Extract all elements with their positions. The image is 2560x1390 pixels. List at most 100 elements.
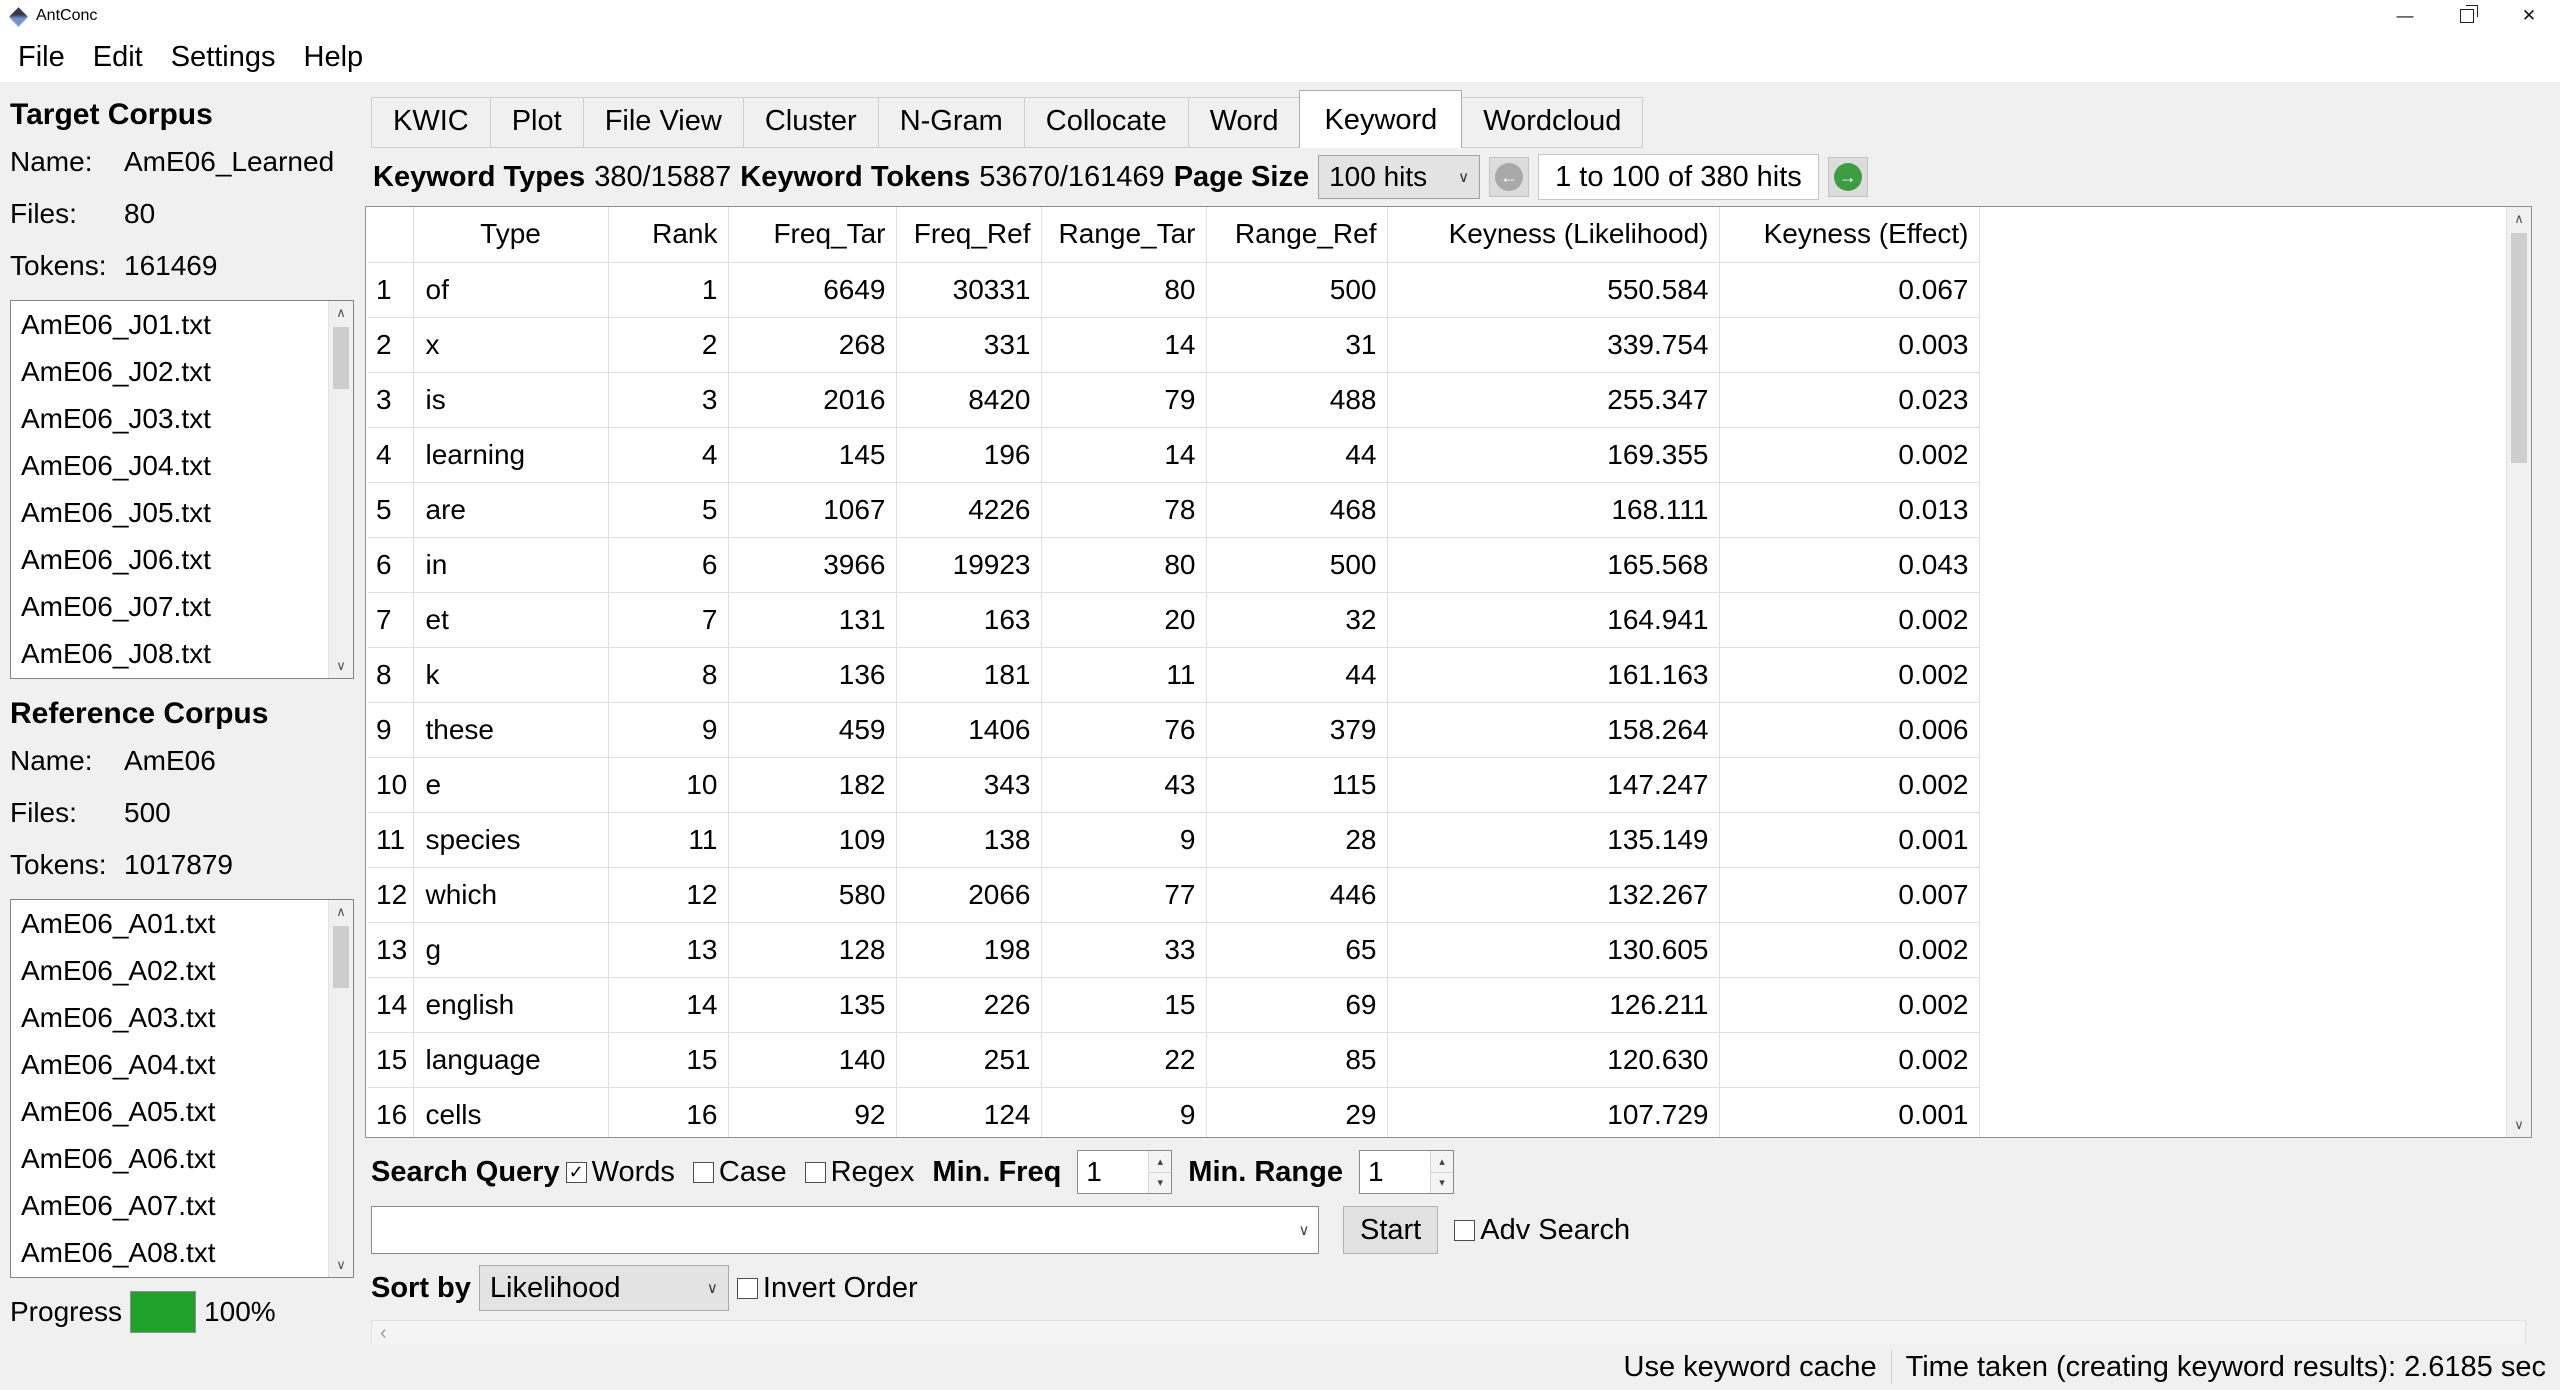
cell-keyness-likelihood[interactable]: 550.584 <box>1387 262 1719 317</box>
cell-range-tar[interactable]: 22 <box>1041 1032 1206 1087</box>
minimize-button[interactable]: — <box>2374 0 2436 32</box>
cell-keyness-effect[interactable]: 0.002 <box>1719 592 1979 647</box>
results-scrollbar[interactable]: ∧ ∨ <box>2506 207 2531 1137</box>
cell-range-tar[interactable]: 14 <box>1041 317 1206 372</box>
search-query-combo[interactable]: ∨ <box>371 1206 1319 1254</box>
cell-index[interactable]: 15 <box>368 1032 413 1087</box>
cell-freq-tar[interactable]: 145 <box>728 427 896 482</box>
cell-keyness-likelihood[interactable]: 168.111 <box>1387 482 1719 537</box>
cell-keyness-likelihood[interactable]: 130.605 <box>1387 922 1719 977</box>
cell-rank[interactable]: 9 <box>608 702 728 757</box>
cell-range-tar[interactable]: 9 <box>1041 812 1206 867</box>
menu-item[interactable]: Help <box>290 41 378 74</box>
file-item[interactable]: AmE06_J02.txt <box>11 348 353 395</box>
cell-freq-tar[interactable]: 6649 <box>728 262 896 317</box>
table-row[interactable]: 12 which 12 580 2066 77 446 132.267 0.00… <box>368 867 1979 922</box>
scroll-up-icon[interactable]: ∧ <box>329 900 353 924</box>
cell-rank[interactable]: 6 <box>608 537 728 592</box>
table-row[interactable]: 11 species 11 109 138 9 28 135.149 0.001 <box>368 812 1979 867</box>
cell-type[interactable]: cells <box>413 1087 608 1138</box>
cell-rank[interactable]: 3 <box>608 372 728 427</box>
cell-range-tar[interactable]: 14 <box>1041 427 1206 482</box>
tab[interactable]: File View <box>583 97 744 148</box>
table-row[interactable]: 7 et 7 131 163 20 32 164.941 0.002 <box>368 592 1979 647</box>
col-header-freq-ref[interactable]: Freq_Ref <box>896 207 1041 262</box>
cell-range-tar[interactable]: 15 <box>1041 977 1206 1032</box>
cell-freq-tar[interactable]: 268 <box>728 317 896 372</box>
scroll-down-icon[interactable]: ∨ <box>2507 1113 2531 1137</box>
cell-index[interactable]: 14 <box>368 977 413 1032</box>
prev-page-button[interactable]: ← <box>1489 157 1529 197</box>
cell-rank[interactable]: 11 <box>608 812 728 867</box>
tab[interactable]: Word <box>1188 97 1301 148</box>
scrollbar-thumb[interactable] <box>333 926 349 988</box>
cell-freq-tar[interactable]: 140 <box>728 1032 896 1087</box>
cell-range-ref[interactable]: 28 <box>1206 812 1387 867</box>
cell-keyness-likelihood[interactable]: 169.355 <box>1387 427 1719 482</box>
cell-index[interactable]: 10 <box>368 757 413 812</box>
cell-index[interactable]: 5 <box>368 482 413 537</box>
cell-freq-ref[interactable]: 226 <box>896 977 1041 1032</box>
tab[interactable]: Wordcloud <box>1461 97 1643 148</box>
cell-rank[interactable]: 12 <box>608 867 728 922</box>
file-item[interactable]: AmE06_A02.txt <box>11 947 353 994</box>
cell-type[interactable]: learning <box>413 427 608 482</box>
table-row[interactable]: 10 e 10 182 343 43 115 147.247 0.002 <box>368 757 1979 812</box>
cell-range-ref[interactable]: 379 <box>1206 702 1387 757</box>
cell-rank[interactable]: 5 <box>608 482 728 537</box>
cell-type[interactable]: is <box>413 372 608 427</box>
cell-keyness-effect[interactable]: 0.013 <box>1719 482 1979 537</box>
cell-keyness-effect[interactable]: 0.006 <box>1719 702 1979 757</box>
invert-order-checkbox[interactable] <box>737 1278 758 1299</box>
cell-rank[interactable]: 2 <box>608 317 728 372</box>
col-header-keyness-likelihood[interactable]: Keyness (Likelihood) <box>1387 207 1719 262</box>
page-size-select[interactable]: 100 hits ∨ <box>1318 155 1480 199</box>
target-file-list-scrollbar[interactable]: ∧ ∨ <box>328 301 353 678</box>
table-row[interactable]: 14 english 14 135 226 15 69 126.211 0.00… <box>368 977 1979 1032</box>
cell-range-ref[interactable]: 500 <box>1206 262 1387 317</box>
menu-item[interactable]: Settings <box>157 41 290 74</box>
cell-type[interactable]: are <box>413 482 608 537</box>
cell-index[interactable]: 4 <box>368 427 413 482</box>
cell-rank[interactable]: 8 <box>608 647 728 702</box>
cell-keyness-likelihood[interactable]: 164.941 <box>1387 592 1719 647</box>
table-row[interactable]: 1 of 1 6649 30331 80 500 550.584 0.067 <box>368 262 1979 317</box>
file-item[interactable]: AmE06_J08.txt <box>11 630 353 677</box>
cell-type[interactable]: k <box>413 647 608 702</box>
cell-keyness-effect[interactable]: 0.007 <box>1719 867 1979 922</box>
cell-index[interactable]: 3 <box>368 372 413 427</box>
tab[interactable]: Keyword <box>1299 90 1462 148</box>
col-header-range-ref[interactable]: Range_Ref <box>1206 207 1387 262</box>
cell-rank[interactable]: 15 <box>608 1032 728 1087</box>
reference-file-list[interactable]: AmE06_A01.txtAmE06_A02.txtAmE06_A03.txtA… <box>10 899 354 1278</box>
menu-item[interactable]: File <box>4 41 79 74</box>
cell-keyness-likelihood[interactable]: 165.568 <box>1387 537 1719 592</box>
table-row[interactable]: 15 language 15 140 251 22 85 120.630 0.0… <box>368 1032 1979 1087</box>
cell-index[interactable]: 13 <box>368 922 413 977</box>
cell-keyness-effect[interactable]: 0.002 <box>1719 977 1979 1032</box>
cell-index[interactable]: 11 <box>368 812 413 867</box>
cell-range-ref[interactable]: 31 <box>1206 317 1387 372</box>
scroll-down-icon[interactable]: ∨ <box>329 1253 353 1277</box>
scroll-up-icon[interactable]: ∧ <box>2507 207 2531 231</box>
cell-freq-tar[interactable]: 580 <box>728 867 896 922</box>
cell-range-tar[interactable]: 76 <box>1041 702 1206 757</box>
cell-keyness-effect[interactable]: 0.001 <box>1719 812 1979 867</box>
tab[interactable]: N-Gram <box>878 97 1025 148</box>
cell-type[interactable]: these <box>413 702 608 757</box>
cell-range-ref[interactable]: 468 <box>1206 482 1387 537</box>
sort-by-select[interactable]: Likelihood ∨ <box>479 1265 729 1311</box>
cell-keyness-effect[interactable]: 0.067 <box>1719 262 1979 317</box>
cell-range-ref[interactable]: 69 <box>1206 977 1387 1032</box>
cell-range-ref[interactable]: 44 <box>1206 647 1387 702</box>
table-row[interactable]: 3 is 3 2016 8420 79 488 255.347 0.023 <box>368 372 1979 427</box>
cell-freq-tar[interactable]: 92 <box>728 1087 896 1138</box>
file-item[interactable]: AmE06_J06.txt <box>11 536 353 583</box>
cell-type[interactable]: e <box>413 757 608 812</box>
cell-keyness-likelihood[interactable]: 255.347 <box>1387 372 1719 427</box>
cell-type[interactable]: of <box>413 262 608 317</box>
cell-keyness-effect[interactable]: 0.002 <box>1719 757 1979 812</box>
tab[interactable]: KWIC <box>371 97 491 148</box>
cell-range-tar[interactable]: 43 <box>1041 757 1206 812</box>
tab[interactable]: Cluster <box>743 97 879 148</box>
